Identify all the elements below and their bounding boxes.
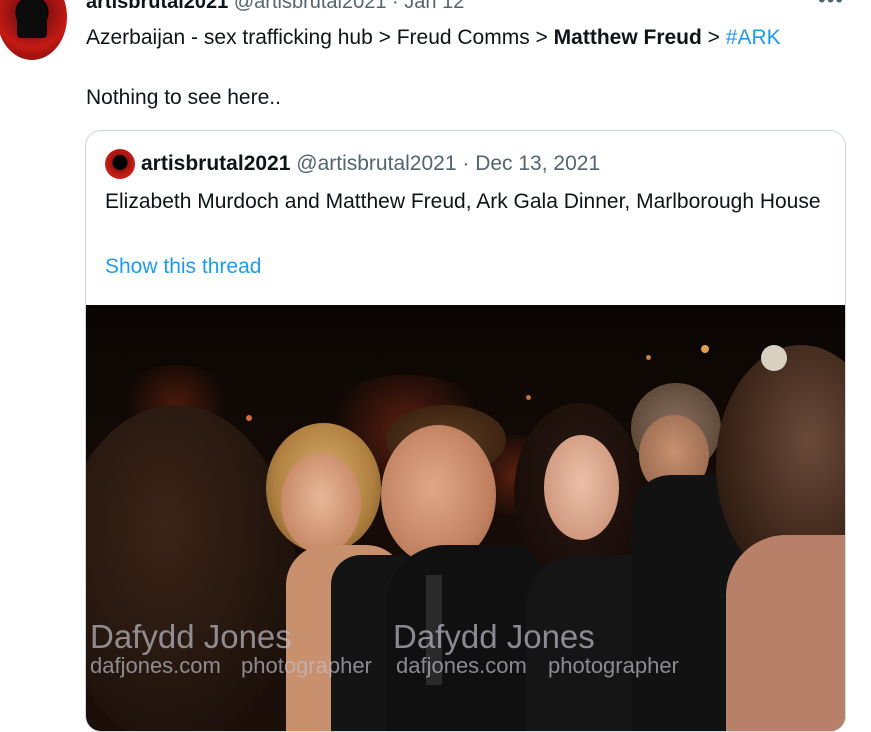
more-options-icon[interactable]: ••• <box>818 0 844 12</box>
quote-header: artisbrutal2021 @artisbrutal2021 · Dec 1… <box>141 151 600 177</box>
quote-photo[interactable]: Dafydd Jones Dafydd Jones dafjones.com p… <box>86 305 845 731</box>
quote-separator: · <box>462 152 470 175</box>
header-separator: · <box>392 0 399 13</box>
quote-author-name[interactable]: artisbrutal2021 <box>141 152 290 175</box>
hashtag-link[interactable]: #ARK <box>726 26 781 49</box>
quote-author-avatar[interactable] <box>105 149 135 179</box>
author-avatar[interactable] <box>0 0 67 60</box>
show-thread-link[interactable]: Show this thread <box>105 254 261 280</box>
tweet-header: artisbrutal2021 @artisbrutal2021 · Jan 1… <box>86 0 464 14</box>
watermark-role-1: photographer <box>241 653 372 678</box>
watermark-site-1: dafjones.com <box>90 653 221 678</box>
author-name[interactable]: artisbrutal2021 <box>86 0 228 13</box>
author-handle[interactable]: @artisbrutal2021 <box>234 0 387 13</box>
tweet-text-bold: Matthew Freud <box>553 26 702 49</box>
quote-text: Elizabeth Murdoch and Matthew Freud, Ark… <box>105 190 821 213</box>
watermark-role-2: photographer <box>548 653 679 678</box>
watermark-name-2: Dafydd Jones <box>393 618 595 655</box>
tweet-date[interactable]: Jan 12 <box>404 0 464 13</box>
tweet-text-part1: Azerbaijan - sex trafficking hub > Freud… <box>86 26 554 49</box>
tweet-text-line2: Nothing to see here.. <box>86 86 281 109</box>
quote-date[interactable]: Dec 13, 2021 <box>475 152 600 175</box>
quote-author-handle[interactable]: @artisbrutal2021 <box>296 152 456 175</box>
tweet-text-part2: > <box>701 26 726 49</box>
tweet-text: Azerbaijan - sex trafficking hub > Freud… <box>86 25 781 51</box>
watermark-site-2: dafjones.com <box>396 653 527 678</box>
quoted-tweet-card[interactable]: artisbrutal2021 @artisbrutal2021 · Dec 1… <box>85 130 846 732</box>
watermark-name-1: Dafydd Jones <box>90 618 292 655</box>
